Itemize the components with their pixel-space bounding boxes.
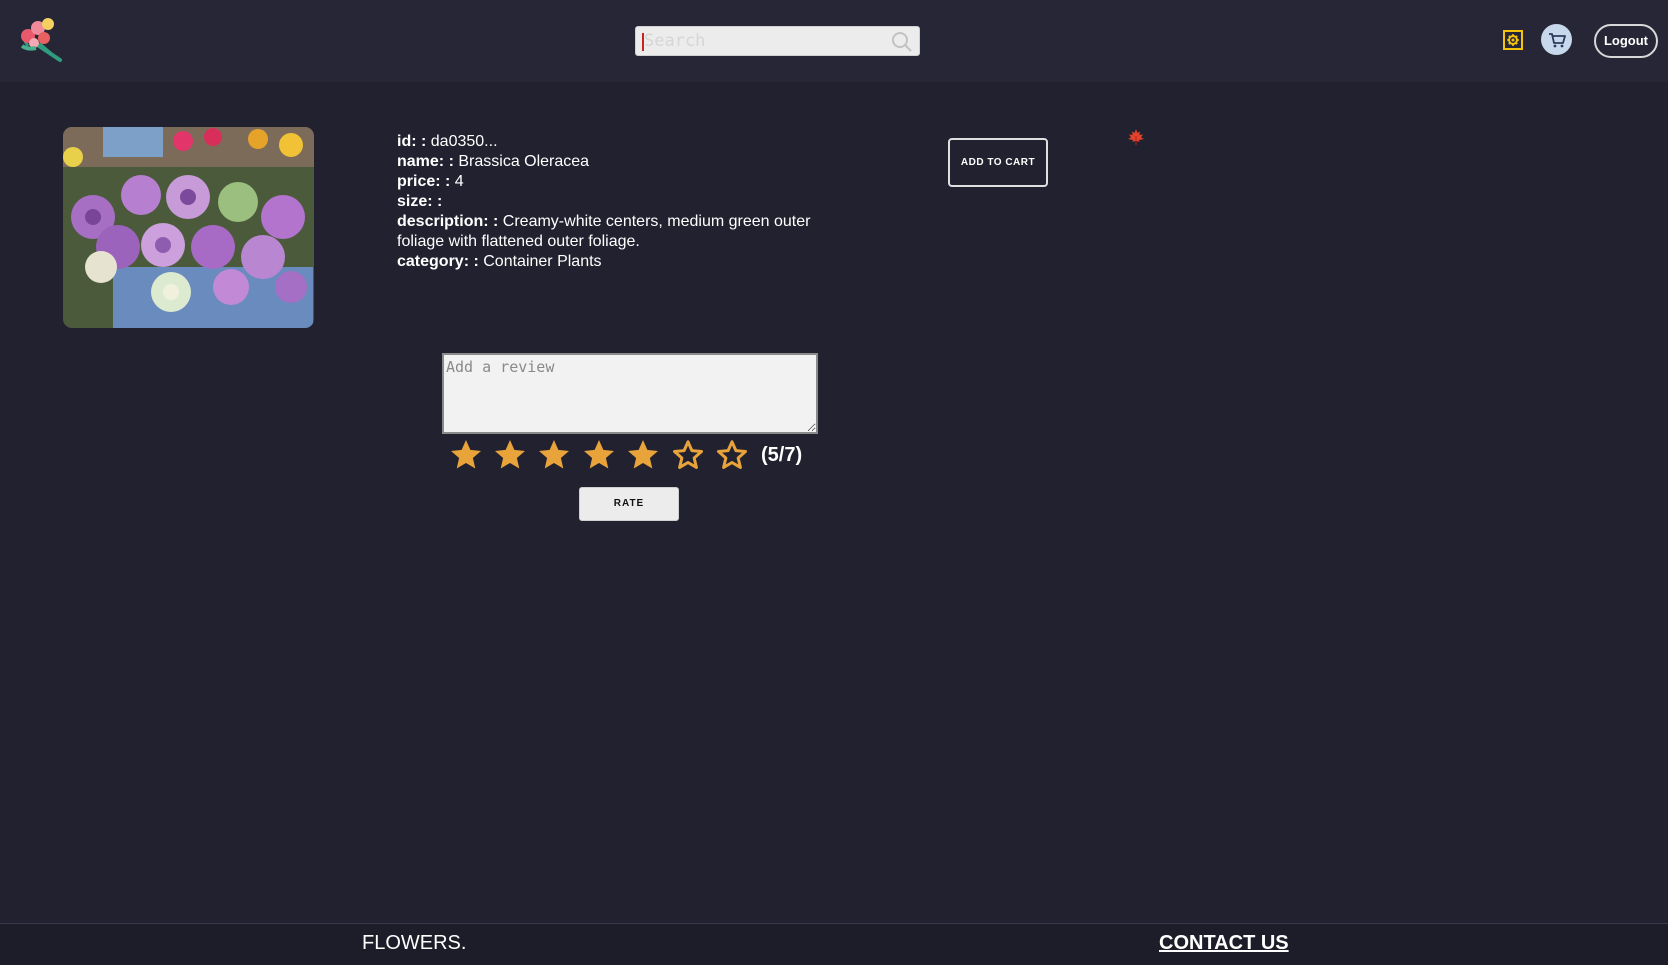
product-image — [63, 127, 314, 328]
gear-icon[interactable] — [1503, 30, 1523, 50]
flower-bouquet-logo[interactable] — [14, 16, 66, 64]
logout-button[interactable]: Logout — [1594, 24, 1658, 58]
detail-name: name: : Brassica Oleracea — [397, 153, 590, 170]
star-filled-icon[interactable] — [625, 437, 661, 473]
search-box — [635, 26, 920, 56]
product-details: id: : da0350... name: : Brassica Olerace… — [397, 132, 837, 272]
detail-price: price: : 4 — [397, 173, 464, 190]
top-header: Logout — [0, 0, 1668, 82]
search-input[interactable] — [642, 29, 882, 53]
review-textarea[interactable] — [442, 353, 818, 434]
star-filled-icon[interactable] — [536, 437, 572, 473]
rating-count: (5/7) — [761, 444, 803, 466]
detail-id: id: : da0350... — [397, 133, 498, 150]
contact-us-link[interactable]: CONTACT US — [1159, 932, 1289, 955]
star-filled-icon[interactable] — [581, 437, 617, 473]
footer-brand: FLOWERS. — [362, 932, 467, 954]
search-icon[interactable] — [891, 31, 913, 53]
detail-description: description: : Creamy-white centers, med… — [397, 213, 811, 250]
rate-button[interactable]: RATE — [579, 487, 679, 521]
maple-leaf-icon[interactable] — [1127, 128, 1145, 146]
star-outline-icon[interactable] — [670, 437, 706, 473]
star-filled-icon[interactable] — [492, 437, 528, 473]
detail-category: category: : Container Plants — [397, 253, 602, 270]
star-outline-icon[interactable] — [714, 437, 750, 473]
star-filled-icon[interactable] — [448, 437, 484, 473]
add-to-cart-button[interactable]: ADD TO CART — [948, 138, 1048, 187]
cart-icon[interactable] — [1541, 24, 1572, 55]
footer: FLOWERS. CONTACT US — [0, 924, 1668, 965]
detail-size: size: : — [397, 193, 443, 210]
